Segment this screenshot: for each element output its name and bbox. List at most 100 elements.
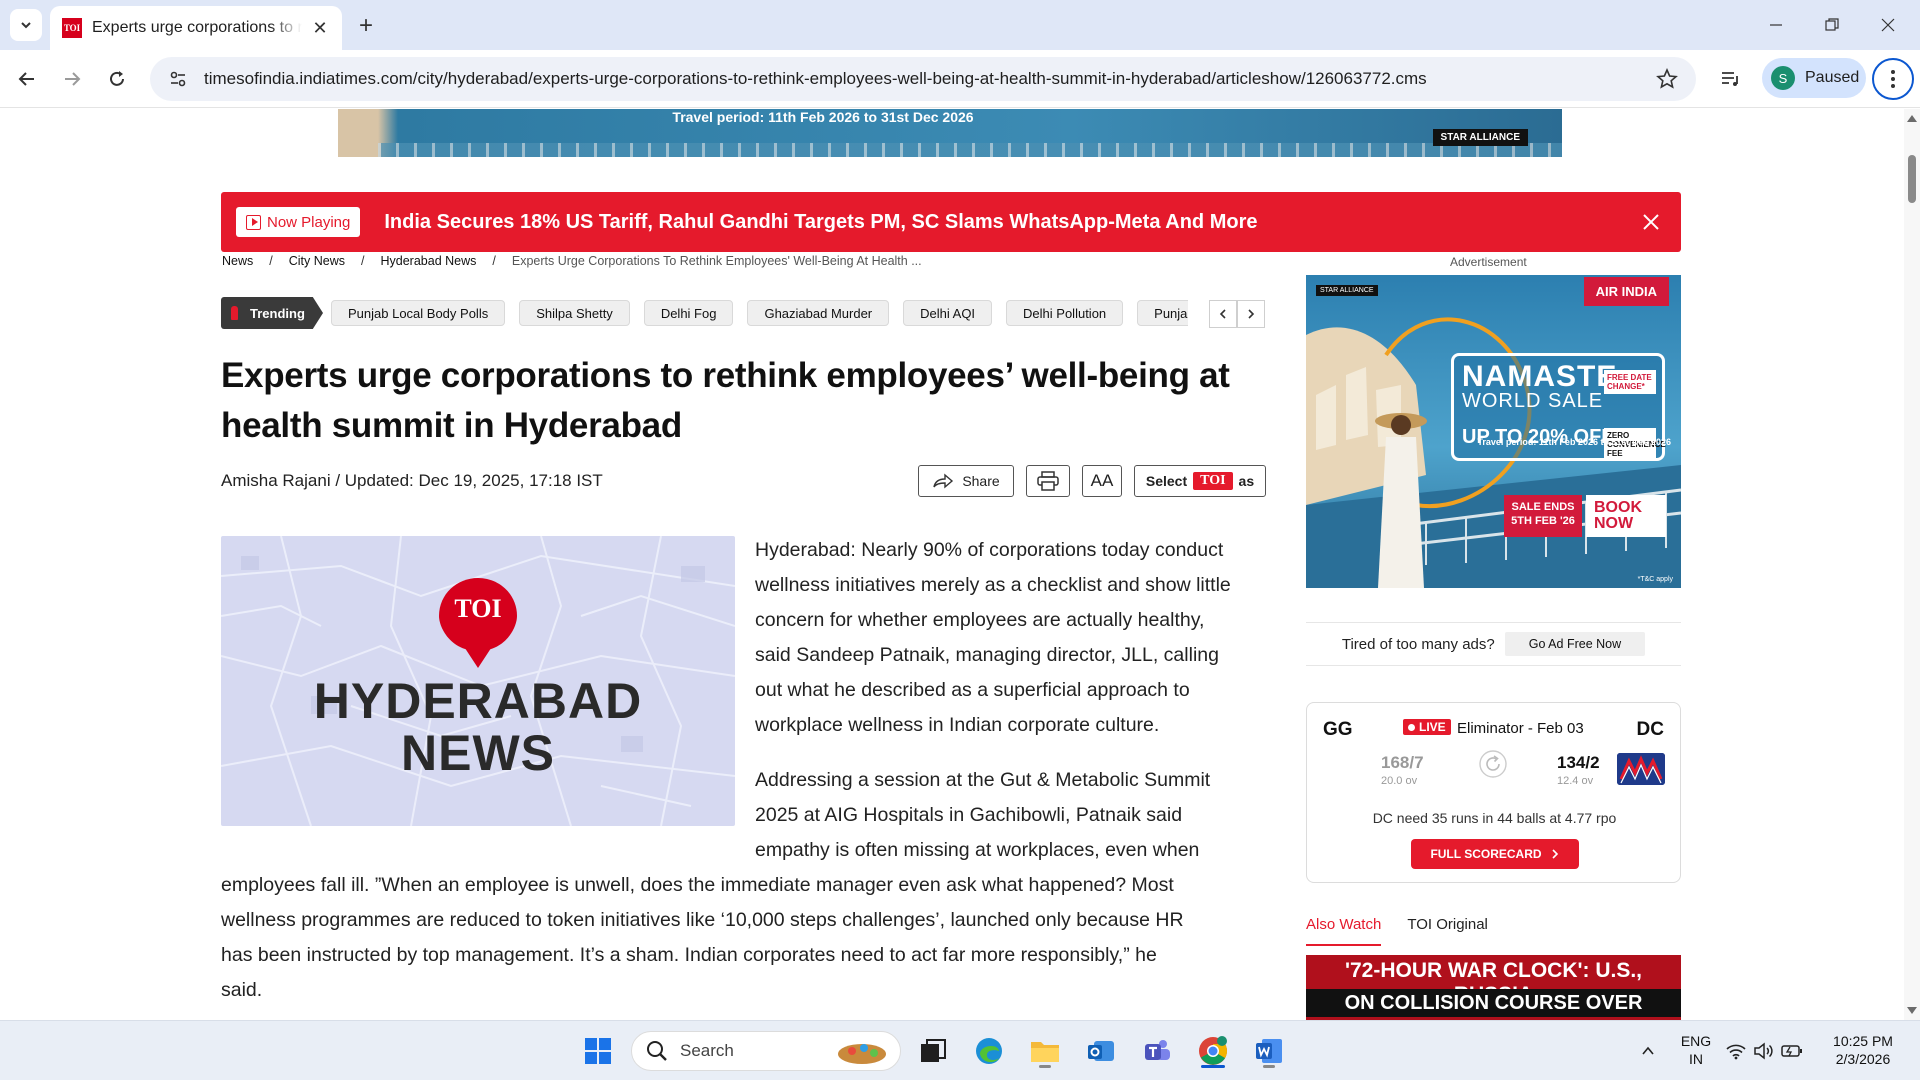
book-now-button[interactable]: BOOK NOW xyxy=(1586,495,1666,537)
trending-tag[interactable]: Punjab Local Body Polls xyxy=(1137,300,1188,326)
outlook-app-button[interactable] xyxy=(1081,1031,1121,1071)
right-overs: 12.4 ov xyxy=(1557,775,1594,787)
trending-tag[interactable]: Ghaziabad Murder xyxy=(747,300,890,326)
site-settings-icon[interactable] xyxy=(166,67,190,91)
match-name: Eliminator - Feb 03 xyxy=(1457,720,1584,737)
start-button[interactable] xyxy=(578,1031,618,1071)
ad-text: 5TH FEB '26 xyxy=(1511,515,1575,527)
paragraph-line: concern for whether employees are actual… xyxy=(755,609,1205,631)
ad-text: SALE ENDS xyxy=(1511,501,1575,513)
close-window-button[interactable] xyxy=(1860,0,1916,50)
ad-text: BOOK xyxy=(1594,499,1642,516)
system-tray-status[interactable] xyxy=(1722,1031,1806,1071)
new-tab-button[interactable]: + xyxy=(352,12,380,40)
paragraph-line: employees fall ill. ”When an employee is… xyxy=(221,874,1174,896)
trending-tag[interactable]: Delhi Pollution xyxy=(1006,300,1124,326)
article-paragraph-1: Hyderabad: Nearly 90% of corporations to… xyxy=(755,533,1275,743)
url-text[interactable]: timesofindia.indiatimes.com/city/hyderab… xyxy=(204,69,1427,89)
close-icon[interactable] xyxy=(1639,210,1663,234)
share-icon xyxy=(933,473,954,489)
trending-tag[interactable]: Delhi Fog xyxy=(643,300,734,326)
paragraph-line: has been instructed by top management. I… xyxy=(221,944,1157,966)
tab-title: Experts urge corporations to rethink emp… xyxy=(92,19,302,36)
scroll-down-icon[interactable] xyxy=(1907,1007,1917,1014)
bookmark-star-icon[interactable] xyxy=(1656,67,1678,95)
now-playing-headline[interactable]: India Secures 18% US Tariff, Rahul Gandh… xyxy=(384,211,1257,234)
font-size-button[interactable]: AA xyxy=(1082,465,1122,497)
show-hidden-icons-button[interactable] xyxy=(1628,1031,1668,1071)
live-badge: LIVE xyxy=(1403,719,1451,735)
back-button[interactable] xyxy=(10,62,44,96)
trending-next-button[interactable] xyxy=(1237,300,1265,328)
trending-tag[interactable]: Punjab Local Body Polls xyxy=(331,300,506,326)
scroll-up-icon[interactable] xyxy=(1907,115,1917,122)
paragraph-line: workplace wellness in Indian corporate c… xyxy=(755,714,1160,736)
scrollbar-thumb[interactable] xyxy=(1908,155,1916,203)
select-toi-preferred-button[interactable]: Select TOI as xyxy=(1134,465,1266,497)
taskbar: Search ENG IN 10:25 PM 2/3/2026 xyxy=(0,1020,1920,1080)
now-playing-button[interactable]: Now Playing xyxy=(236,207,361,237)
page-scrollbar[interactable] xyxy=(1904,109,1920,1020)
restore-icon xyxy=(1825,18,1839,31)
breadcrumb-hyderabad-news[interactable]: Hyderabad News xyxy=(381,254,477,268)
browser-menu-button[interactable] xyxy=(1872,58,1914,100)
trending-tag[interactable]: Shilpa Shetty xyxy=(519,300,630,326)
go-ad-free-button[interactable]: Go Ad Free Now xyxy=(1504,632,1646,656)
breadcrumb-city-news[interactable]: City News xyxy=(289,254,345,268)
task-view-button[interactable] xyxy=(913,1031,953,1071)
tab-strip: TOI Experts urge corporations to rethink… xyxy=(0,0,1920,50)
trending-icon xyxy=(231,306,238,320)
reload-icon xyxy=(110,71,124,86)
teams-app-button[interactable] xyxy=(1137,1031,1177,1071)
file-explorer-button[interactable] xyxy=(1025,1031,1065,1071)
sidebar-ad[interactable]: STAR ALLIANCE AIR INDIA NAMASTE WORLD SA… xyxy=(1306,275,1681,588)
reload-button[interactable] xyxy=(100,62,134,96)
print-button[interactable] xyxy=(1026,465,1070,497)
paragraph-line: 2025 at AIG Hospitals in Gachibowli, Pat… xyxy=(755,804,1183,826)
address-bar[interactable]: timesofindia.indiatimes.com/city/hyderab… xyxy=(150,57,1696,101)
chrome-icon xyxy=(1199,1036,1227,1065)
full-scorecard-button[interactable]: FULL SCORECARD xyxy=(1411,839,1579,869)
clock[interactable]: 10:25 PM 2/3/2026 xyxy=(1824,1032,1902,1068)
paragraph-line: Addressing a session at the Gut & Metabo… xyxy=(755,769,1211,791)
page-viewport: Travel period: 11th Feb 2026 to 31st Dec… xyxy=(0,109,1904,1020)
now-playing-bar[interactable]: Now Playing India Secures 18% US Tariff,… xyxy=(221,192,1681,252)
word-app-button[interactable] xyxy=(1249,1031,1289,1071)
tab-toi-original[interactable]: TOI Original xyxy=(1407,916,1488,946)
forward-button[interactable] xyxy=(55,62,89,96)
chevron-right-icon xyxy=(1248,309,1255,319)
refresh-icon[interactable] xyxy=(1478,749,1508,779)
full-scorecard-label: FULL SCORECARD xyxy=(1430,847,1542,861)
trending-tag[interactable]: Delhi AQI xyxy=(903,300,993,326)
chrome-app-button[interactable] xyxy=(1193,1031,1233,1071)
language-code: ENG xyxy=(1680,1033,1712,1049)
breadcrumb-current: Experts Urge Corporations To Rethink Emp… xyxy=(511,254,922,268)
paragraph-line: Hyderabad: Nearly 90% of corporations to… xyxy=(755,539,1224,561)
input-language[interactable]: ENG IN xyxy=(1676,1032,1716,1068)
video-thumbnail[interactable]: '72-HOUR WAR CLOCK': U.S., RUSSIA ON COL… xyxy=(1306,955,1681,1020)
breadcrumb-news[interactable]: News xyxy=(222,254,253,268)
tab-search-button[interactable] xyxy=(10,9,42,41)
browser-tab-active[interactable]: TOI Experts urge corporations to rethink… xyxy=(50,6,342,50)
print-icon xyxy=(1037,471,1059,491)
share-button[interactable]: Share xyxy=(918,465,1014,497)
breadcrumb-separator: / xyxy=(269,254,273,268)
select-as-label: as xyxy=(1238,473,1255,489)
paragraph-line: wellness initiatives merely as a checkli… xyxy=(755,574,1231,596)
ad-terms: *T&C apply xyxy=(1637,576,1673,583)
restore-button[interactable] xyxy=(1804,0,1860,50)
close-tab-icon[interactable]: ✕ xyxy=(310,18,330,38)
media-controls-button[interactable] xyxy=(1713,62,1747,96)
trending-prev-button[interactable] xyxy=(1209,300,1237,328)
toi-badge: TOI xyxy=(1193,472,1233,490)
taskbar-search-box[interactable]: Search xyxy=(631,1031,901,1071)
tab-also-watch[interactable]: Also Watch xyxy=(1306,916,1382,946)
search-icon xyxy=(647,1041,667,1061)
edge-app-button[interactable] xyxy=(969,1031,1009,1071)
top-banner-ad[interactable]: Travel period: 11th Feb 2026 to 31st Dec… xyxy=(338,109,1562,157)
team-right: DC xyxy=(1636,719,1664,740)
arrow-right-icon xyxy=(65,72,81,86)
profile-button[interactable]: S Paused xyxy=(1762,58,1866,98)
live-scorecard[interactable]: GG DC LIVE Eliminator - Feb 03 168/7 20.… xyxy=(1306,702,1681,883)
minimize-button[interactable] xyxy=(1748,0,1804,50)
